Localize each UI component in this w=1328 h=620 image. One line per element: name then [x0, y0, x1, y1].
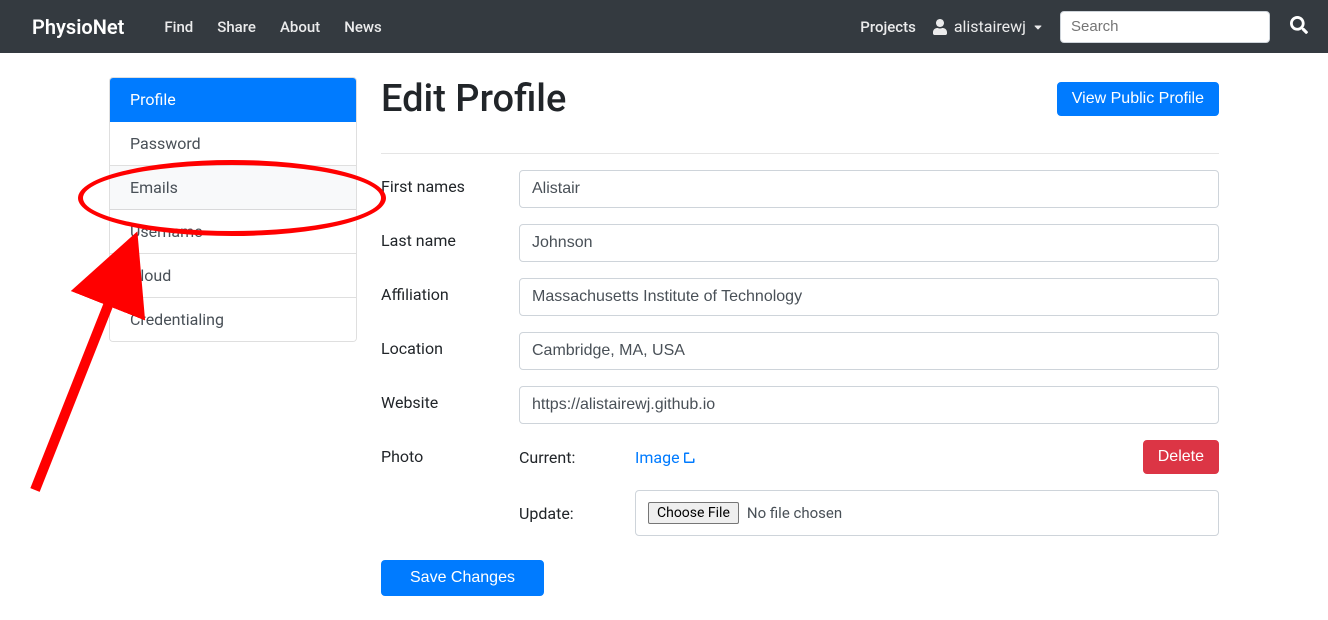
nav-news[interactable]: News — [344, 18, 382, 36]
search-button[interactable] — [1286, 12, 1312, 41]
row-last-name: Last name — [381, 224, 1219, 262]
sidebar-item-profile[interactable]: Profile — [110, 78, 356, 122]
row-first-names: First names — [381, 170, 1219, 208]
label-photo: Photo — [381, 440, 519, 466]
sidebar-item-cloud[interactable]: Cloud — [110, 254, 356, 298]
photo-section: Current: Image Delete Update: Choose Fil… — [519, 440, 1219, 536]
brand-logo[interactable]: PhysioNet — [32, 15, 124, 39]
row-website: Website — [381, 386, 1219, 424]
sidebar-item-password[interactable]: Password — [110, 122, 356, 166]
photo-current-row: Current: Image Delete — [519, 440, 1219, 474]
main-container: Profile Password Emails Username Cloud C… — [109, 53, 1219, 620]
nav-find[interactable]: Find — [164, 18, 193, 36]
input-last-name[interactable] — [519, 224, 1219, 262]
photo-current-label: Current: — [519, 448, 635, 467]
nav-projects[interactable]: Projects — [860, 18, 916, 36]
file-input-container[interactable]: Choose File No file chosen — [635, 490, 1219, 536]
photo-update-row: Update: Choose File No file chosen — [519, 490, 1219, 536]
photo-delete-wrap: Delete — [1143, 440, 1219, 474]
view-public-profile-button[interactable]: View Public Profile — [1057, 82, 1219, 116]
input-first-names[interactable] — [519, 170, 1219, 208]
search-icon — [1290, 16, 1308, 34]
photo-image-link[interactable]: Image — [635, 448, 696, 467]
sidebar-item-credentialing[interactable]: Credentialing — [110, 298, 356, 341]
label-last-name: Last name — [381, 224, 519, 250]
row-location: Location — [381, 332, 1219, 370]
row-affiliation: Affiliation — [381, 278, 1219, 316]
nav-right: Projects alistairewj — [860, 11, 1312, 43]
external-link-icon — [684, 451, 696, 463]
username-label: alistairewj — [954, 17, 1026, 36]
navbar: PhysioNet Find Share About News Projects… — [0, 0, 1328, 53]
sidebar-item-username[interactable]: Username — [110, 210, 356, 254]
user-menu[interactable]: alistairewj — [932, 17, 1044, 36]
page-title: Edit Profile — [381, 77, 566, 121]
main-content: Edit Profile View Public Profile First n… — [381, 77, 1219, 596]
divider — [381, 153, 1219, 154]
input-location[interactable] — [519, 332, 1219, 370]
save-row: Save Changes — [381, 560, 1219, 596]
label-website: Website — [381, 386, 519, 412]
no-file-text: No file chosen — [747, 504, 842, 522]
photo-update-label: Update: — [519, 504, 635, 523]
label-first-names: First names — [381, 170, 519, 196]
nav-share[interactable]: Share — [217, 18, 256, 36]
sidebar-item-emails[interactable]: Emails — [110, 166, 356, 210]
input-website[interactable] — [519, 386, 1219, 424]
label-affiliation: Affiliation — [381, 278, 519, 304]
search-input[interactable] — [1060, 11, 1270, 43]
sidebar: Profile Password Emails Username Cloud C… — [109, 77, 357, 596]
row-photo: Photo Current: Image Delete Update: Choo… — [381, 440, 1219, 536]
page-header: Edit Profile View Public Profile — [381, 77, 1219, 137]
choose-file-button[interactable]: Choose File — [648, 502, 739, 524]
user-icon — [932, 19, 948, 35]
label-location: Location — [381, 332, 519, 358]
save-changes-button[interactable]: Save Changes — [381, 560, 544, 596]
nav-left: Find Share About News — [164, 18, 381, 36]
nav-about[interactable]: About — [280, 18, 320, 36]
input-affiliation[interactable] — [519, 278, 1219, 316]
photo-delete-button[interactable]: Delete — [1143, 440, 1219, 474]
chevron-down-icon — [1032, 21, 1044, 33]
sidebar-list: Profile Password Emails Username Cloud C… — [109, 77, 357, 342]
